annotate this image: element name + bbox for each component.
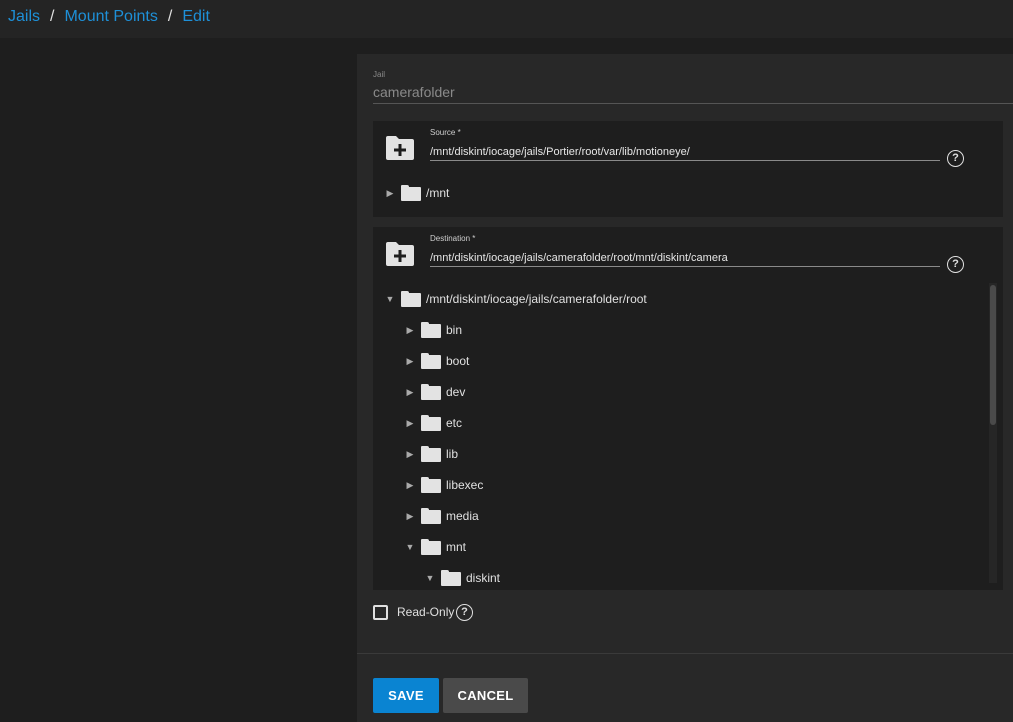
- tree-node-boot[interactable]: ▶ boot: [405, 351, 469, 371]
- tree-node-diskint[interactable]: ▼ diskint: [425, 568, 500, 588]
- help-icon[interactable]: ?: [947, 150, 964, 167]
- scrollbar-thumb[interactable]: [990, 285, 996, 425]
- source-panel: Source * ? ▶ /mnt: [373, 121, 1003, 217]
- breadcrumb-edit[interactable]: Edit: [182, 8, 210, 26]
- jail-label: Jail: [373, 70, 386, 79]
- folder-icon: [421, 322, 441, 338]
- tree-node-mnt[interactable]: ▼ mnt: [405, 537, 466, 557]
- breadcrumb-separator: /: [167, 8, 173, 25]
- source-label: Source *: [430, 128, 461, 137]
- tree-node-label: mnt: [446, 540, 467, 554]
- tree-node-media[interactable]: ▶ media: [405, 506, 479, 526]
- tree-node-libexec[interactable]: ▶ libexec: [405, 475, 483, 495]
- destination-label: Destination *: [430, 234, 476, 243]
- expand-icon[interactable]: ▶: [405, 325, 415, 336]
- folder-icon: [421, 539, 441, 555]
- folder-icon: [441, 570, 461, 586]
- tree-node-label: /mnt: [426, 186, 450, 200]
- help-icon[interactable]: ?: [456, 604, 473, 621]
- help-icon[interactable]: ?: [947, 256, 964, 273]
- folder-icon: [421, 446, 441, 462]
- tree-node-label: lib: [446, 447, 459, 461]
- folder-icon: [421, 353, 441, 369]
- folder-plus-icon[interactable]: [385, 135, 415, 161]
- jail-field: camerafolder: [373, 84, 455, 100]
- folder-icon: [401, 185, 421, 201]
- breadcrumb-separator: /: [50, 8, 55, 25]
- folder-icon: [421, 384, 441, 400]
- expand-icon[interactable]: ▶: [405, 449, 415, 460]
- left-pane: [0, 38, 357, 722]
- tree-node-dev[interactable]: ▶ dev: [405, 382, 465, 402]
- expand-icon[interactable]: ▶: [405, 418, 415, 429]
- collapse-icon[interactable]: ▼: [385, 294, 395, 304]
- tree-node-label: /mnt/diskint/iocage/jails/camerafolder/r…: [426, 292, 647, 306]
- tree-node-label: etc: [446, 416, 463, 430]
- tree-node-label: bin: [446, 323, 463, 337]
- breadcrumb-mount-points[interactable]: Mount Points: [64, 8, 157, 26]
- folder-plus-icon[interactable]: [385, 241, 415, 267]
- collapse-icon[interactable]: ▼: [405, 542, 415, 552]
- tree-node-etc[interactable]: ▶ etc: [405, 413, 462, 433]
- collapse-icon[interactable]: ▼: [425, 573, 435, 583]
- source-input[interactable]: [430, 143, 940, 161]
- expand-icon[interactable]: ▶: [405, 511, 415, 522]
- expand-icon[interactable]: ▶: [405, 480, 415, 491]
- tree-node-label: boot: [446, 354, 470, 368]
- top-bar: Jails / Mount Points / Edit: [0, 0, 1013, 38]
- destination-panel: Destination * ? ▼ /mnt/diskint/iocage/ja…: [373, 227, 1003, 590]
- folder-icon: [421, 477, 441, 493]
- mount-point-form: Jail camerafolder Source * ? ▶ /mnt Dest…: [357, 54, 1013, 722]
- tree-node-label: libexec: [446, 478, 484, 492]
- tree-node-lib[interactable]: ▶ lib: [405, 444, 458, 464]
- save-button[interactable]: SAVE: [373, 678, 439, 713]
- tree-node-label: dev: [446, 385, 466, 399]
- divider: [357, 653, 1013, 654]
- tree-node-label: diskint: [466, 571, 501, 585]
- expand-icon[interactable]: ▶: [385, 188, 395, 199]
- destination-input[interactable]: [430, 249, 940, 267]
- folder-icon: [421, 415, 441, 431]
- tree-node-label: media: [446, 509, 479, 523]
- tree-node-root[interactable]: ▼ /mnt/diskint/iocage/jails/camerafolder…: [385, 289, 647, 309]
- tree-node-mnt[interactable]: ▶ /mnt: [385, 183, 449, 203]
- expand-icon[interactable]: ▶: [405, 387, 415, 398]
- jail-underline: [373, 103, 1013, 104]
- tree-node-bin[interactable]: ▶ bin: [405, 320, 462, 340]
- breadcrumb: Jails / Mount Points / Edit: [8, 8, 210, 26]
- expand-icon[interactable]: ▶: [405, 356, 415, 367]
- folder-icon: [401, 291, 421, 307]
- cancel-button[interactable]: CANCEL: [443, 678, 528, 713]
- read-only-label: Read-Only: [397, 605, 455, 619]
- read-only-checkbox[interactable]: [373, 605, 388, 620]
- folder-icon: [421, 508, 441, 524]
- breadcrumb-jails[interactable]: Jails: [8, 8, 40, 26]
